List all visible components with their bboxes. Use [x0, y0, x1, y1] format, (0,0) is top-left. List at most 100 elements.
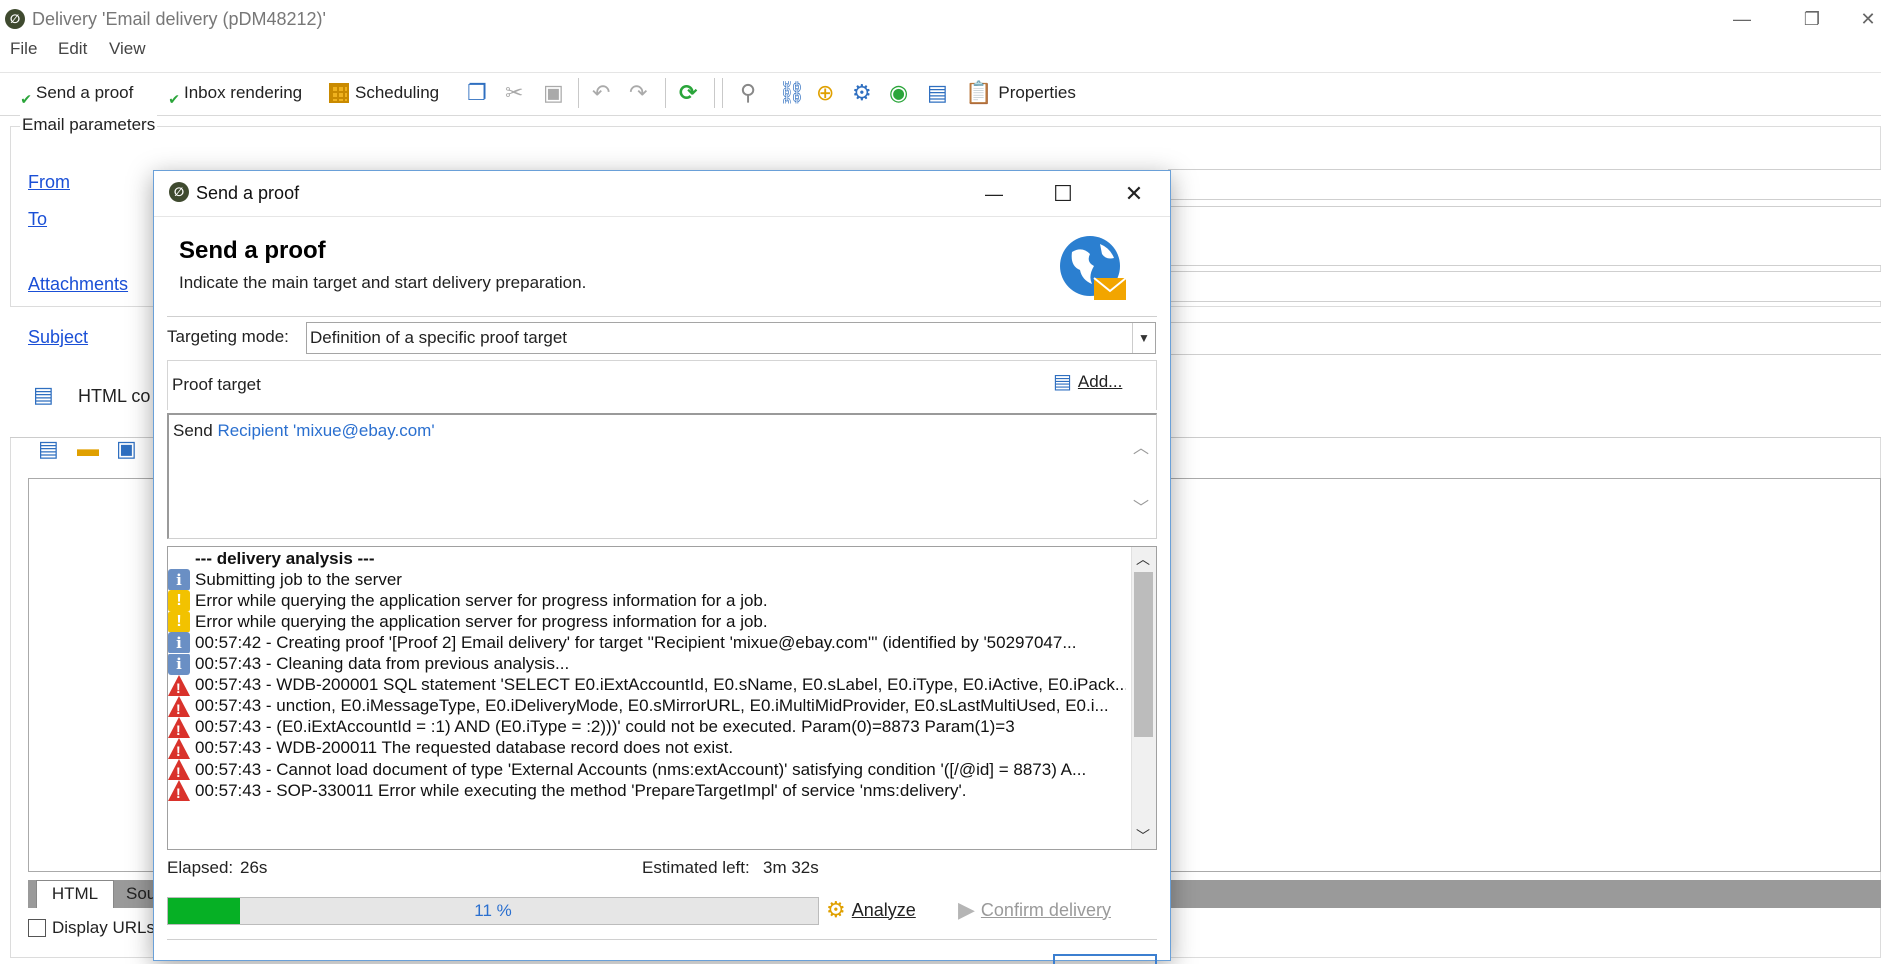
inbox-rendering-icon: ✔: [168, 91, 180, 107]
error-icon: [168, 695, 190, 717]
scroll-up-icon[interactable]: ︿: [1133, 434, 1149, 458]
minimize-button[interactable]: —: [1718, 4, 1766, 34]
email-parameters-legend: Email parameters: [20, 115, 158, 135]
inbox-rendering-label: Inbox rendering: [184, 83, 303, 102]
dialog-minimize-button[interactable]: —: [972, 178, 1016, 210]
to-link[interactable]: To: [28, 209, 47, 230]
attachment-icon[interactable]: ⚲: [740, 78, 756, 108]
scheduling-label: Scheduling: [355, 83, 440, 102]
settings-link-icon[interactable]: ⚙: [852, 78, 872, 108]
log-line: 00:57:43 - WDB-200001 SQL statement 'SEL…: [168, 674, 1126, 696]
elapsed-value: 26s: [240, 858, 268, 877]
open-folder-icon[interactable]: ▬: [77, 438, 99, 460]
log-text: 00:57:43 - WDB-200011 The requested data…: [195, 738, 734, 758]
undo-icon[interactable]: ↶: [592, 78, 610, 108]
menu-edit[interactable]: Edit: [58, 39, 87, 59]
calculator-icon[interactable]: ◉: [889, 78, 908, 108]
log-line: 00:57:43 - SOP-330011 Error while execut…: [168, 780, 1126, 802]
log-line: i 00:57:43 - Cleaning data from previous …: [168, 653, 1126, 675]
attachments-field[interactable]: [1168, 271, 1881, 302]
from-field[interactable]: [1168, 169, 1881, 200]
display-urls-option[interactable]: Display URLs: [28, 918, 155, 938]
confirm-delivery-label: Confirm delivery: [980, 899, 1111, 920]
new-content-icon[interactable]: ▤: [38, 438, 59, 460]
log-line: 00:57:43 - (E0.iExtAccountId = :1) AND (…: [168, 716, 1126, 738]
scheduling-button[interactable]: Scheduling: [329, 78, 439, 108]
proof-target-label: Proof target: [172, 375, 261, 394]
close-button[interactable]: ✕: [1855, 4, 1881, 34]
toolbar-separator: [578, 78, 579, 108]
proof-target-entry[interactable]: Send Recipient 'mixue@ebay.com': [173, 421, 435, 441]
log-text: 00:57:43 - Cannot load document of type …: [195, 759, 1087, 779]
log-line: ! Error while querying the application se…: [168, 611, 1126, 633]
send-proof-label: Send a proof: [36, 83, 134, 102]
paste-icon[interactable]: ▣: [543, 78, 564, 108]
recipient-prefix: Send: [173, 421, 213, 440]
progress-percent: 11 %: [474, 901, 512, 920]
log-scroll-down-icon[interactable]: ﹀: [1136, 826, 1150, 846]
estimated-left-label: Estimated left:: [642, 858, 750, 877]
dialog-titlebar: [154, 171, 1170, 217]
document-icon[interactable]: ▤: [927, 78, 948, 108]
warning-icon: !: [168, 590, 190, 612]
subject-field[interactable]: [1168, 322, 1881, 355]
dialog-header-divider: [167, 316, 1157, 317]
info-icon: i: [168, 653, 190, 675]
inbox-rendering-button[interactable]: ✔ Inbox rendering: [156, 78, 302, 108]
gift-icon[interactable]: ⊕: [816, 78, 834, 108]
chevron-down-icon[interactable]: ▼: [1132, 323, 1155, 353]
tab-html[interactable]: HTML: [36, 880, 114, 908]
save-icon[interactable]: ▣: [116, 438, 137, 460]
display-urls-label: Display URLs: [52, 918, 155, 937]
subject-link[interactable]: Subject: [28, 327, 88, 348]
link-icon[interactable]: ⛓: [778, 78, 806, 108]
log-text: --- delivery analysis ---: [195, 548, 375, 568]
dialog-close-button[interactable]: ✕: [1112, 178, 1156, 210]
analyze-button[interactable]: ⚙ Analyze: [826, 899, 916, 921]
error-icon: [168, 759, 190, 781]
dialog-maximize-button[interactable]: ☐: [1041, 178, 1085, 210]
redo-icon[interactable]: ↷: [629, 78, 647, 108]
menu-file[interactable]: File: [10, 39, 37, 59]
attachments-link[interactable]: Attachments: [28, 274, 128, 295]
properties-button[interactable]: 📋 Properties: [965, 78, 1076, 108]
globe-mail-icon: [1060, 236, 1127, 300]
info-icon: i: [168, 632, 190, 654]
add-target-button[interactable]: ▤ Add...: [1053, 371, 1122, 393]
log-text: 00:57:43 - WDB-200001 SQL statement 'SEL…: [195, 675, 1126, 695]
to-field[interactable]: [1168, 206, 1881, 266]
send-proof-button[interactable]: ✔ Send a proof: [8, 78, 133, 108]
cut-icon[interactable]: ✂: [505, 78, 523, 108]
targeting-mode-select[interactable]: Definition of a specific proof target: [306, 322, 1156, 354]
dialog-header-subtitle: Indicate the main target and start deliv…: [179, 273, 587, 292]
play-icon: ▶: [958, 897, 975, 922]
scroll-down-icon[interactable]: ﹀: [1133, 494, 1149, 518]
display-urls-checkbox[interactable]: [28, 919, 46, 937]
log-text: Error while querying the application ser…: [195, 590, 768, 610]
confirm-delivery-button[interactable]: ▶ Confirm delivery: [958, 899, 1111, 921]
menu-view[interactable]: View: [109, 39, 146, 59]
dialog-header-title: Send a proof: [179, 237, 326, 264]
analyze-gear-icon: ⚙: [826, 897, 846, 922]
log-line: i 00:57:42 - Creating proof '[Proof 2] Em…: [168, 632, 1126, 654]
toolbar-separator: [722, 78, 723, 108]
copy-icon[interactable]: ❐: [467, 78, 487, 108]
log-scroll-up-icon[interactable]: ︿: [1136, 549, 1150, 569]
log-text: 00:57:43 - (E0.iExtAccountId = :1) AND (…: [195, 717, 1015, 737]
menu-bar: [0, 38, 1881, 64]
properties-label: Properties: [998, 83, 1076, 102]
from-link[interactable]: From: [28, 172, 70, 193]
html-content-icon: ▤: [33, 382, 54, 407]
elapsed-label: Elapsed:: [167, 858, 234, 877]
log-text: Error while querying the application ser…: [195, 611, 768, 631]
html-content-label: HTML co: [78, 386, 151, 406]
log-line: i Submitting job to the server: [168, 569, 1126, 591]
dialog-default-button[interactable]: [1053, 954, 1157, 964]
refresh-icon[interactable]: ⟳: [679, 78, 697, 108]
error-icon: [168, 737, 190, 759]
restore-button[interactable]: ❐: [1788, 4, 1836, 34]
tab-source[interactable]: Sou: [126, 884, 156, 904]
recipient-link[interactable]: Recipient 'mixue@ebay.com': [217, 421, 434, 440]
analyze-label: Analyze: [851, 899, 916, 920]
log-scrollbar-thumb[interactable]: [1134, 572, 1153, 737]
